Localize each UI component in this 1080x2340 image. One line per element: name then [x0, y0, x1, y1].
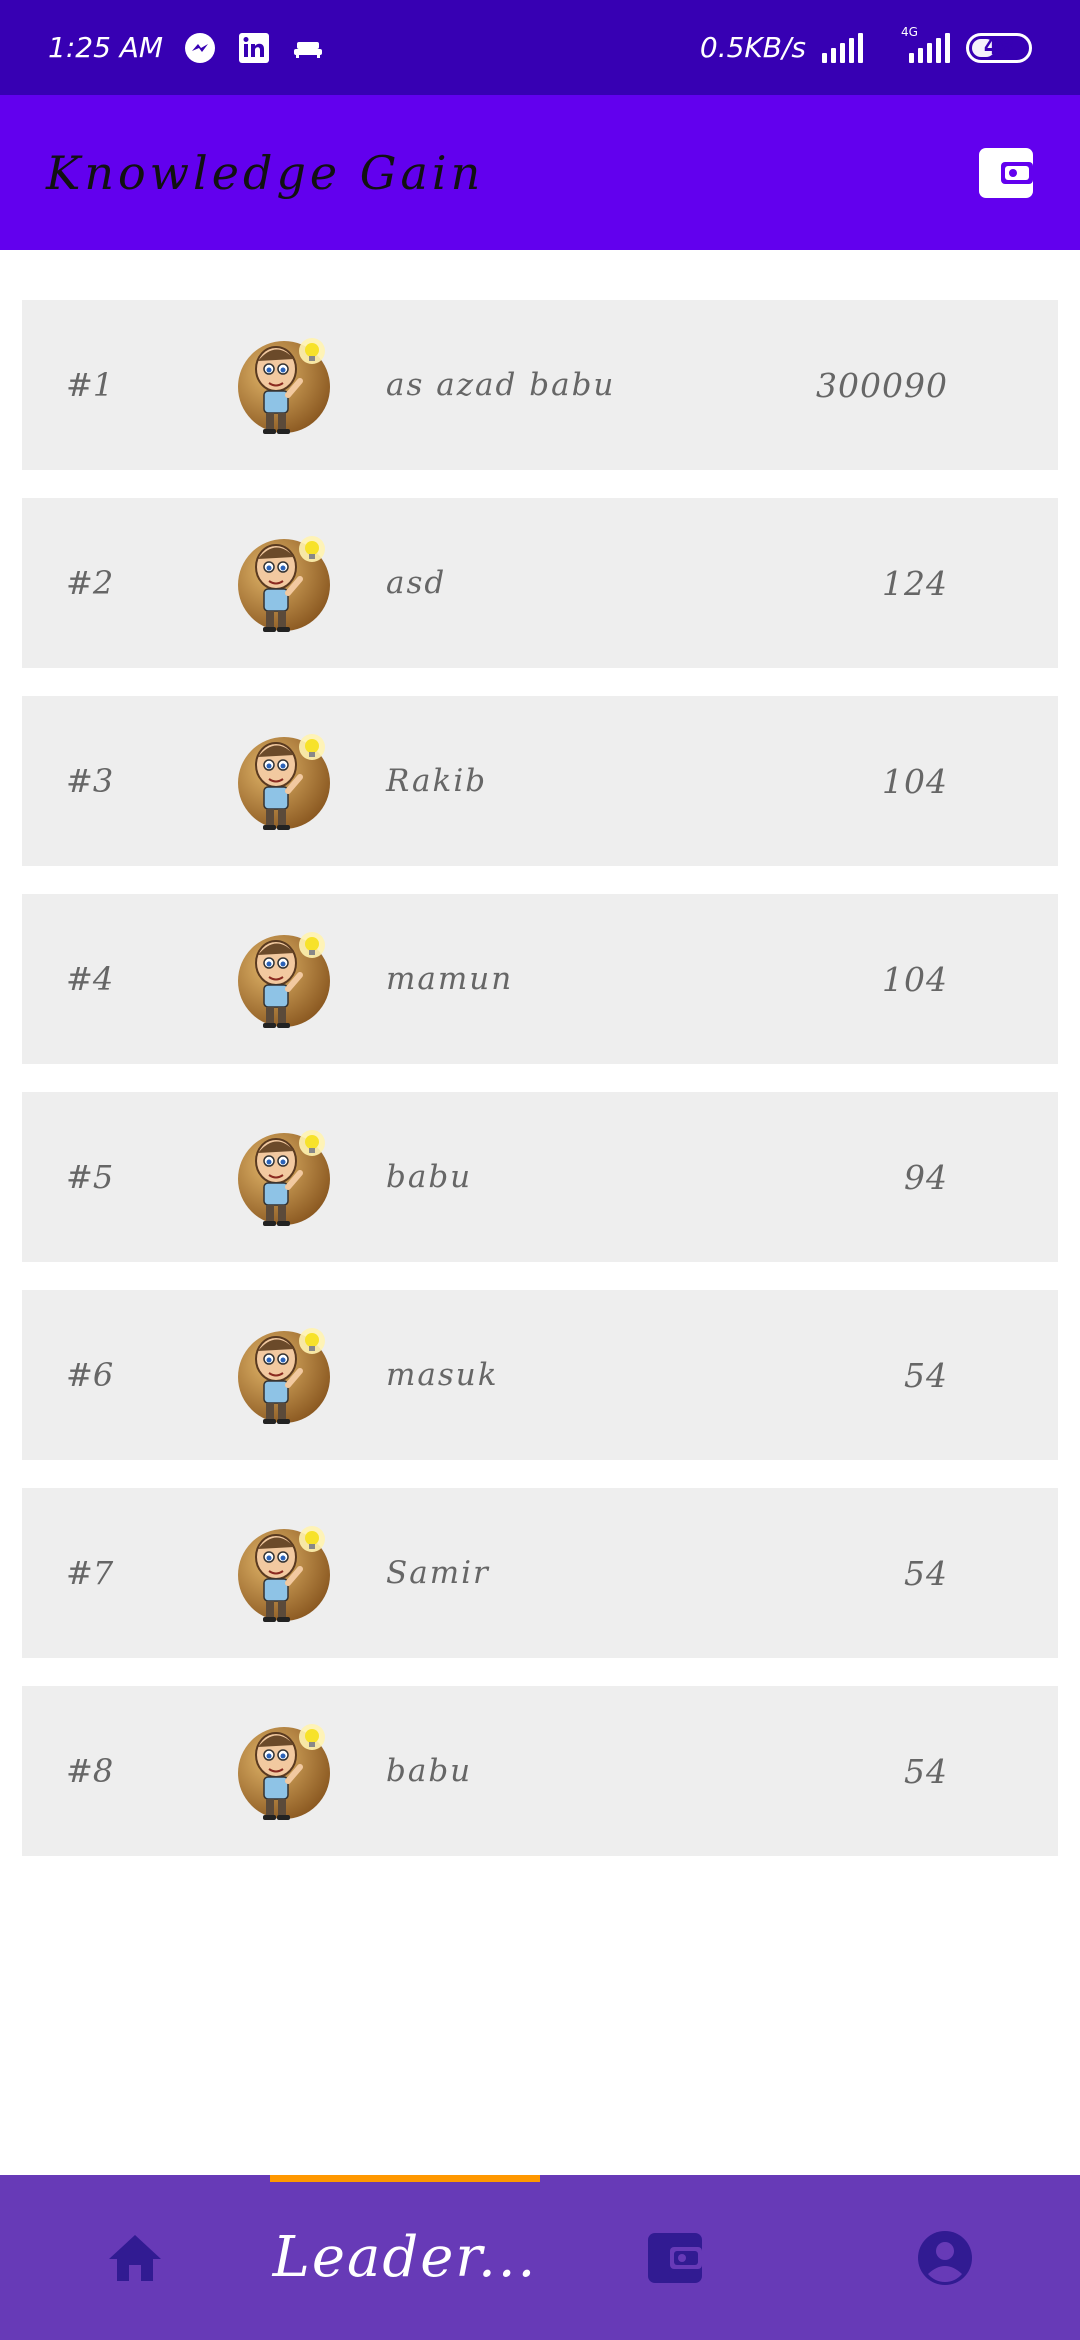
player-name: masuk — [386, 1357, 499, 1393]
avatar — [238, 734, 330, 830]
status-time: 1:25 AM — [48, 31, 164, 64]
signal-icon — [822, 32, 863, 63]
rank-label: #4 — [66, 960, 114, 998]
player-score: 54 — [904, 1751, 948, 1791]
player-score: 104 — [882, 761, 948, 801]
leaderboard-row[interactable]: #7 Samir 54 — [22, 1488, 1058, 1658]
leaderboard-row[interactable]: #5 babu 94 — [22, 1092, 1058, 1262]
battery-level: 48 — [983, 35, 1015, 60]
player-score: 54 — [904, 1355, 948, 1395]
account-icon — [918, 2230, 972, 2285]
player-score: 300090 — [816, 365, 948, 405]
home-icon — [109, 2234, 161, 2281]
avatar — [238, 1526, 330, 1622]
leaderboard-row[interactable]: #2 asd 124 — [22, 498, 1058, 668]
rank-label: #3 — [66, 762, 114, 800]
app-title: Knowledge Gain — [46, 145, 485, 200]
sofa-icon — [291, 31, 325, 65]
status-bar: 1:25 AM 0.5KB/s 4G 48 — [0, 0, 1080, 95]
leaderboard-row[interactable]: #6 masuk 54 — [22, 1290, 1058, 1460]
player-score: 124 — [882, 563, 948, 603]
nav-wallet[interactable] — [540, 2175, 810, 2340]
network-type: 4G — [901, 24, 918, 39]
avatar — [238, 338, 330, 434]
avatar — [238, 1130, 330, 1226]
rank-label: #8 — [66, 1752, 114, 1790]
player-score: 54 — [904, 1553, 948, 1593]
player-score: 94 — [904, 1157, 948, 1197]
rank-label: #5 — [66, 1158, 114, 1196]
wallet-button[interactable] — [978, 145, 1034, 201]
net-speed: 0.5KB/s — [699, 31, 806, 64]
avatar — [238, 536, 330, 632]
rank-label: #1 — [66, 366, 114, 404]
avatar — [238, 932, 330, 1028]
app-bar: Knowledge Gain — [0, 95, 1080, 250]
player-name: Rakib — [386, 763, 488, 799]
player-name: asd — [386, 565, 447, 601]
player-name: as azad babu — [386, 367, 616, 403]
battery-icon: 48 — [966, 32, 1032, 63]
nav-leaderboard-label: Leader... — [272, 2225, 538, 2290]
player-name: babu — [386, 1753, 473, 1789]
messenger-icon — [183, 31, 217, 65]
leaderboard-row[interactable]: #3 Rakib 104 — [22, 696, 1058, 866]
wallet-icon — [648, 2232, 702, 2283]
avatar — [238, 1328, 330, 1424]
signal-4g-icon: 4G — [895, 25, 950, 63]
avatar — [238, 1724, 330, 1820]
rank-label: #2 — [66, 564, 114, 602]
linkedin-icon — [237, 31, 271, 65]
player-name: Samir — [386, 1555, 490, 1591]
player-name: babu — [386, 1159, 473, 1195]
player-name: mamun — [386, 961, 514, 997]
nav-home[interactable] — [0, 2175, 270, 2340]
wallet-icon — [979, 147, 1033, 198]
rank-label: #7 — [66, 1554, 114, 1592]
leaderboard-row[interactable]: #1 as azad babu 300090 — [22, 300, 1058, 470]
leaderboard-row[interactable]: #8 babu 54 — [22, 1686, 1058, 1856]
bottom-navigation: Leader... — [0, 2175, 1080, 2340]
leaderboard-list: #1 as azad babu 300090 #2 asd 124 #3 Rak… — [22, 300, 1058, 1884]
rank-label: #6 — [66, 1356, 114, 1394]
nav-profile[interactable] — [810, 2175, 1080, 2340]
leaderboard-row[interactable]: #4 mamun 104 — [22, 894, 1058, 1064]
player-score: 104 — [882, 959, 948, 999]
nav-leaderboard[interactable]: Leader... — [270, 2175, 540, 2340]
